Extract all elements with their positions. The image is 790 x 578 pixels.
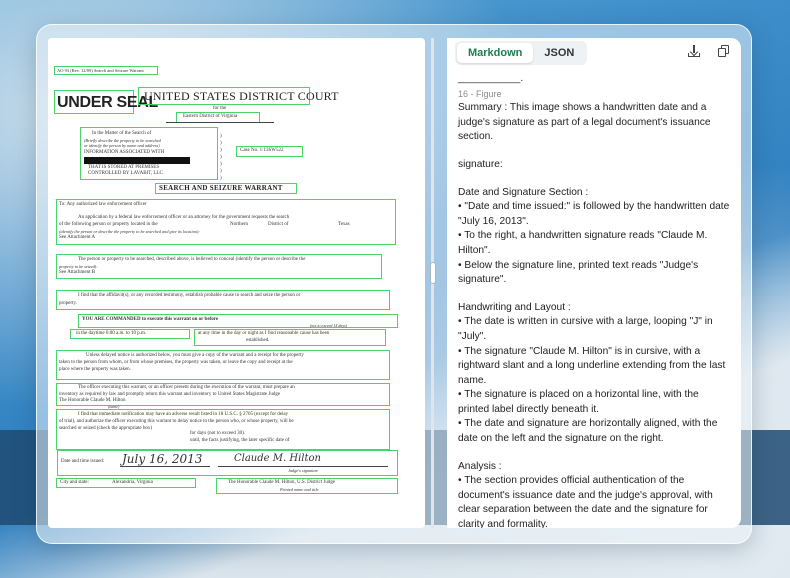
notice-line: place where the property was taken.	[59, 367, 131, 372]
list-item: • "Date and time issued:" is followed by…	[458, 201, 730, 227]
city-label: City and state:	[60, 480, 89, 485]
judge-signature-label: Judge's signature	[288, 468, 318, 473]
delay-line: until, the facts justifying, the later s…	[190, 438, 290, 443]
command-line: YOU ARE COMMANDED to execute this warran…	[82, 317, 219, 322]
city-value: Alexandria, Virginia	[112, 480, 153, 485]
district-label: District of	[268, 222, 289, 227]
date-signature-box[interactable]	[57, 450, 398, 476]
printed-judge-name: The Honorable Claude M. Hilton, U.S. Dis…	[228, 480, 336, 485]
notice-line: taken to the person from whom, or from w…	[59, 360, 293, 365]
anytime-option: at any time in the day or night as I fin…	[198, 331, 330, 336]
copy-icon[interactable]	[717, 44, 731, 58]
signature-line	[218, 466, 388, 467]
finding-line: I find that the affidavit(s), or any rec…	[78, 293, 301, 298]
form-id: AO 93 (Rev. 12/09) Search and Seizure Wa…	[57, 68, 144, 73]
rule	[166, 122, 274, 123]
brace: )))))))	[220, 134, 222, 181]
list-item: • The section provides official authenti…	[458, 475, 713, 528]
case-number: Case No. 1:13SW522	[240, 148, 284, 153]
signature-label: signature:	[458, 158, 503, 170]
date-issued-label: Date and time issued:	[61, 459, 105, 464]
officer-line: The officer executing this warrant, or a…	[78, 385, 295, 390]
application-state: Texas	[338, 222, 350, 227]
matter-line: In the Matter of the Search of	[92, 131, 152, 136]
output-toolbar: Markdown JSON	[447, 38, 741, 68]
output-panel: Markdown JSON ___________. 16 - Figure S…	[447, 38, 741, 528]
conceal-line: The person or property to be searched, d…	[78, 257, 306, 262]
section-title: Handwriting and Layout :	[458, 301, 571, 313]
matter-line: INFORMATION ASSOCIATED WITH	[84, 150, 165, 155]
handwritten-date: July 16, 2013	[122, 452, 203, 466]
list-item: • The signature is placed on a horizonta…	[458, 389, 699, 415]
judge-signature: Claude M. Hilton	[234, 453, 321, 464]
section-title: Date and Signature Section :	[458, 186, 589, 198]
application-line: An application by a federal law enforcem…	[78, 215, 290, 220]
redaction-bar	[84, 157, 190, 164]
list-item: • The date and signature are horizontall…	[458, 418, 718, 445]
warrant-title: SEARCH AND SEIZURE WARRANT	[159, 184, 283, 192]
attachment-b: See Attachment B	[59, 270, 96, 275]
list-item: • The signature "Claude M. Hilton" is in…	[458, 345, 726, 386]
list-item: • The date is written in cursive with a …	[458, 316, 713, 342]
finding-line: property.	[59, 301, 77, 306]
to-line: To: Any authorized law enforcement offic…	[59, 202, 147, 207]
application-line: of the following person or property loca…	[59, 222, 158, 227]
daytime-option: in the daytime 6:00 a.m. to 10 p.m.	[76, 331, 147, 336]
court-name: UNITED STATES DISTRICT COURT	[144, 89, 339, 103]
summary-text: Summary : This image shows a handwritten…	[458, 102, 711, 143]
tab-json[interactable]: JSON	[533, 43, 585, 63]
figure-label: 16 - Figure	[458, 88, 502, 99]
printed-name-label: Printed name and title	[280, 487, 319, 492]
document-preview[interactable]: AO 93 (Rev. 12/09) Search and Seizure Wa…	[48, 38, 425, 528]
download-icon[interactable]	[687, 44, 701, 58]
application-district: Northern	[230, 222, 249, 227]
attachment-a: See Attachment A	[59, 235, 96, 240]
notice-line: Unless delayed notice is authorized belo…	[86, 353, 304, 358]
markdown-content: ___________. 16 - Figure Summary : This …	[447, 68, 741, 528]
leading-underscore: ___________.	[458, 73, 524, 84]
district-name: Eastern District of Virginia	[183, 114, 238, 119]
delay-line: for days (not to exceed 30).	[190, 431, 245, 436]
delay-line: I find that immediate notification may h…	[78, 412, 289, 417]
delay-line: of trial), and authorize the officer exe…	[59, 419, 294, 424]
date-line	[120, 466, 210, 467]
delay-line: searched or seized (check the appropriat…	[59, 426, 153, 431]
anytime-option: established.	[246, 338, 270, 343]
list-item: • Below the signature line, printed text…	[458, 259, 699, 286]
tab-markdown[interactable]: Markdown	[457, 43, 534, 63]
matter-line: or identify the person by name and addre…	[84, 143, 160, 148]
resize-handle[interactable]	[430, 262, 436, 284]
section-title: Analysis :	[458, 460, 502, 472]
matter-line: CONTROLLED BY LAVABIT, LLC	[88, 171, 163, 176]
view-tabs: Markdown JSON	[455, 41, 588, 65]
list-item: • To the right, a handwritten signature …	[458, 230, 708, 256]
